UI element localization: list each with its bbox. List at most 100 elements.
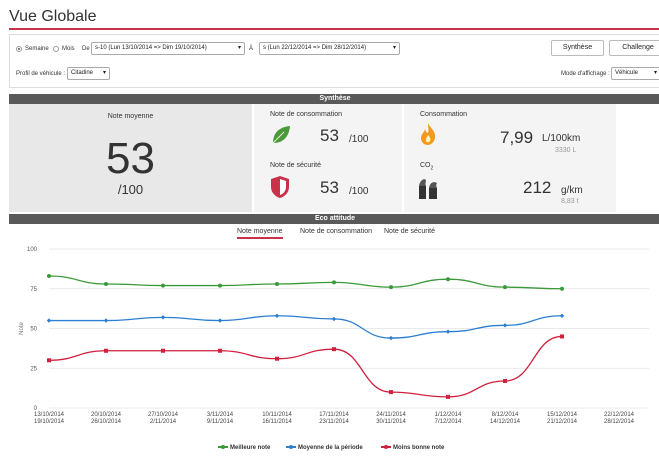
series-line [48, 335, 563, 398]
data-point [332, 280, 336, 285]
from-period-value: s-10 (Lun 13/10/2014 => Dim 19/10/2014) [95, 45, 207, 51]
legend-meilleure-note[interactable]: Meilleure note [218, 445, 270, 451]
co2-label-main: CO [420, 162, 431, 169]
title-divider [9, 28, 659, 30]
chevron-down-icon: ▾ [237, 45, 241, 51]
x-tick-label: 17/11/2014 [319, 412, 349, 418]
challenge-button[interactable]: Challenge [609, 40, 659, 56]
x-tick-label: 26/10/2014 [91, 419, 122, 425]
data-point [446, 394, 450, 399]
legend-moins-bonne-note[interactable]: Moins bonne note [381, 445, 444, 451]
securite-note-value: 53 [320, 178, 339, 197]
filter-panel: Semaine Mois De s-10 (Lun 13/10/2014 => … [9, 34, 659, 88]
conso-note-card: Note de consommation 53 /100 [254, 104, 402, 158]
series-line [49, 315, 563, 339]
page-title: Vue Globale [9, 8, 97, 25]
chevron-down-icon: ▾ [392, 45, 396, 51]
display-mode-select[interactable]: Véhicule ▾ [611, 67, 659, 80]
data-point [161, 348, 165, 353]
data-point [389, 390, 393, 395]
tab-note-consommation[interactable]: Note de consommation [300, 228, 372, 235]
radio-semaine-label: Semaine [25, 46, 49, 52]
consommation-card: Consommation 7,99 L/100km 3330 L [404, 104, 616, 158]
legend-label: Moyenne de la période [298, 445, 363, 451]
data-point [103, 318, 109, 323]
consommation-unit: L/100km [542, 133, 581, 144]
x-tick-label: 23/11/2014 [319, 419, 349, 425]
co2-unit: g/km [561, 185, 583, 196]
securite-note-scale: /100 [349, 186, 369, 197]
data-point [218, 348, 222, 353]
profile-select[interactable]: Citadine ▾ [67, 67, 110, 80]
y-axis-label: Note [19, 322, 25, 335]
tab-note-moyenne[interactable]: Note moyenne [237, 228, 283, 239]
x-tick-label: 1/12/2014 [435, 412, 462, 418]
profile-label: Profil de véhicule : [16, 71, 66, 77]
co2-value: 212 [523, 178, 552, 197]
synthese-button[interactable]: Synthèse [551, 40, 604, 56]
note-moyenne-box: Note moyenne 53 /100 [9, 104, 252, 212]
legend-label: Moins bonne note [393, 445, 445, 451]
factory-icon [419, 179, 437, 199]
data-point [217, 318, 223, 323]
tab-note-securite[interactable]: Note de sécurité [384, 228, 435, 235]
display-mode-value: Véhicule [615, 70, 639, 76]
radio-semaine[interactable] [16, 46, 22, 52]
radio-mois-label: Mois [62, 46, 75, 52]
data-point [560, 334, 564, 339]
data-point [331, 316, 337, 322]
conso-note-scale: /100 [349, 134, 369, 145]
data-point [559, 313, 565, 318]
data-point [446, 277, 450, 282]
x-tick-label: 22/12/2014 [604, 412, 635, 418]
to-label: À [249, 46, 254, 52]
chevron-down-icon: ▾ [102, 70, 106, 76]
legend-swatch [218, 445, 228, 450]
legend-moyenne-periode[interactable]: Moyenne de la période [286, 445, 363, 451]
to-period-value: s (Lun 22/12/2014 => Dim 28/12/2014) [263, 45, 367, 51]
data-point [275, 281, 279, 286]
y-tick-label: 100 [27, 247, 38, 253]
x-tick-label: 14/12/2014 [490, 419, 521, 425]
co2-card: CO2 212 g/km 8,83 t [404, 158, 616, 212]
series-line [48, 275, 563, 290]
x-tick-label: 24/11/2014 [376, 412, 406, 418]
data-point [388, 335, 394, 341]
chevron-down-icon: ▾ [653, 70, 657, 76]
x-tick-label: 9/11/2014 [207, 419, 234, 425]
eco-tabs: Note moyenne Note de consommation Note d… [0, 228, 659, 241]
x-tick-label: 13/10/2014 [34, 412, 65, 418]
leaf-icon [272, 126, 290, 144]
data-point [389, 285, 393, 290]
from-period-select[interactable]: s-10 (Lun 13/10/2014 => Dim 19/10/2014) … [91, 42, 245, 55]
data-point [218, 283, 222, 288]
x-tick-label: 8/12/2014 [492, 412, 519, 418]
radio-mois[interactable] [53, 46, 59, 52]
co2-label-sub: 2 [430, 165, 434, 172]
data-point [104, 281, 108, 286]
data-point [160, 315, 166, 320]
x-tick-label: 21/12/2014 [547, 419, 578, 425]
note-moyenne-value: 53 [106, 134, 155, 183]
to-period-select[interactable]: s (Lun 22/12/2014 => Dim 28/12/2014) ▾ [259, 42, 400, 55]
securite-note-card: Note de sécurité 53 /100 [254, 158, 402, 212]
consommation-value: 7,99 [500, 128, 534, 147]
conso-note-value: 53 [320, 126, 339, 145]
data-point [161, 283, 165, 288]
data-point [275, 356, 279, 361]
data-point [47, 274, 51, 279]
x-tick-label: 15/12/2014 [547, 412, 578, 418]
x-tick-label: 2/11/2014 [150, 419, 177, 425]
co2-total: 8,83 t [561, 198, 579, 205]
consommation-total: 3330 L [555, 147, 577, 154]
legend-label: Meilleure note [230, 445, 271, 451]
eco-line-chart: 0255075100Note13/10/201419/10/201420/10/… [19, 247, 649, 425]
shield-icon [271, 176, 289, 198]
securite-note-label: Note de sécurité [270, 162, 321, 169]
synthese-header: Synthèse [9, 94, 659, 104]
conso-note-label: Note de consommation [270, 111, 342, 118]
note-moyenne-label: Note moyenne [107, 113, 154, 120]
data-point [46, 318, 52, 323]
data-point [445, 329, 451, 334]
legend-swatch [381, 445, 391, 450]
